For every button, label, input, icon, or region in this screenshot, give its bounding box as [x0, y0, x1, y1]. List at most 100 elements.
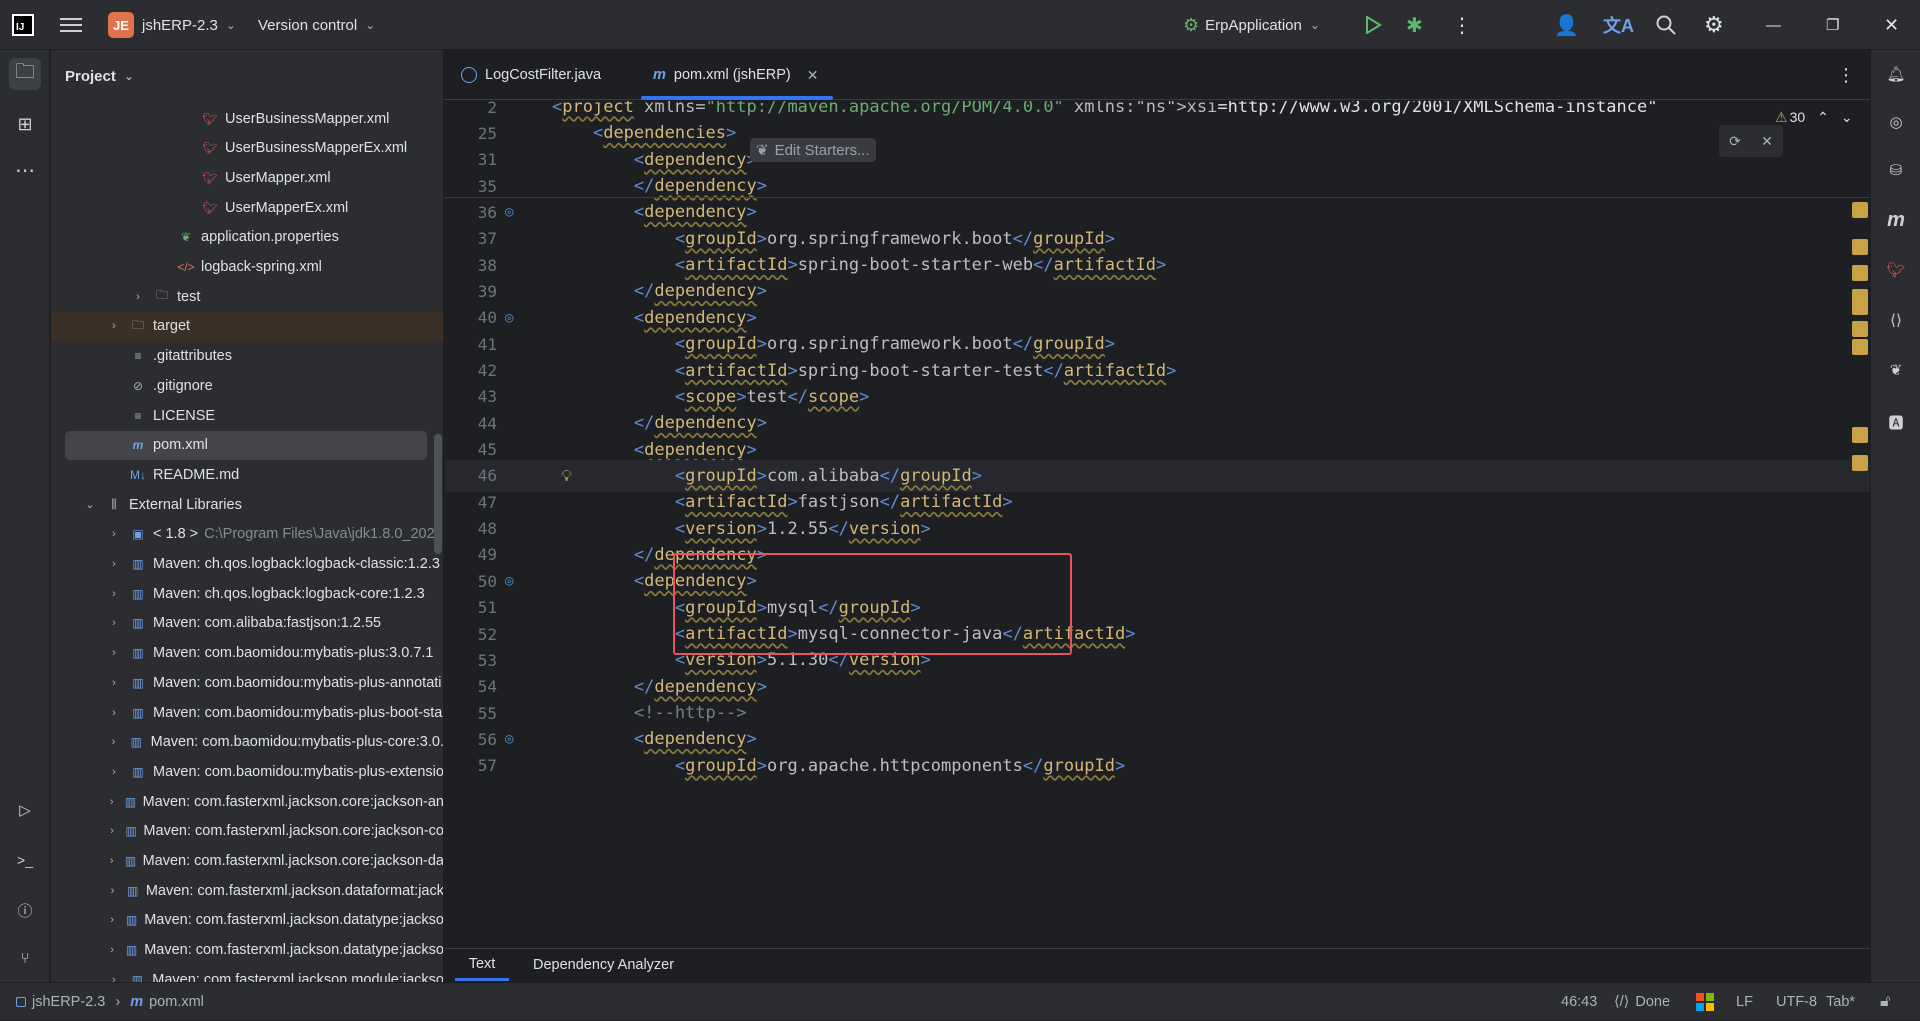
expand-arrow-icon[interactable]: ›: [107, 736, 120, 748]
project-switcher[interactable]: JE jshERP-2.3 ⌄: [108, 0, 236, 50]
tree-item[interactable]: › ▥ Maven: com.baomidou:mybatis-plus:3.0.7…: [51, 639, 443, 668]
settings-button[interactable]: ⚙: [1704, 0, 1724, 50]
tab-text[interactable]: Text: [455, 949, 509, 981]
file-encoding[interactable]: UTF-8: [1776, 983, 1817, 1021]
chevron-down-icon[interactable]: ⌄: [1841, 109, 1853, 126]
translate-panel-button[interactable]: 🅰︎: [1880, 406, 1912, 438]
tab-pom-xml[interactable]: m pom.xml (jshERP) ✕: [653, 50, 818, 100]
maven-dependency-gutter-icon[interactable]: ◎: [505, 310, 513, 326]
tree-item[interactable]: › 🗀 target: [51, 311, 443, 341]
tree-item[interactable]: › ▥ Maven: com.fasterxml.jackson.datatype:…: [51, 906, 443, 935]
notifications-button[interactable]: 🔔︎: [1880, 58, 1912, 90]
close-icon[interactable]: ✕: [1761, 133, 1773, 150]
warning-stripe-mark[interactable]: [1852, 339, 1868, 355]
expand-arrow-icon[interactable]: ›: [107, 677, 121, 689]
tab-dependency-analyzer[interactable]: Dependency Analyzer: [533, 949, 674, 981]
warning-stripe-mark[interactable]: [1852, 202, 1868, 218]
tree-item[interactable]: › ▣ < 1.8 > C:\Program Files\Java\jdk1.8.0_…: [51, 520, 443, 549]
expand-arrow-icon[interactable]: ›: [107, 588, 121, 600]
problems-tool-button[interactable]: ⓘ: [9, 894, 41, 926]
endpoints-button[interactable]: ⟨⟩: [1880, 304, 1912, 336]
code-line[interactable]: 57 <groupId>org.apache.httpcomponents</g…: [445, 750, 1870, 782]
inspection-widget[interactable]: ⚠ 30 ⌃ ⌄: [1775, 101, 1853, 133]
tree-item[interactable]: › ▥ Maven: com.fasterxml.jackson.datatype:…: [51, 936, 443, 965]
maximize-button[interactable]: ❐: [1826, 0, 1839, 50]
expand-arrow-icon[interactable]: ›: [107, 320, 121, 332]
status-done[interactable]: ⟨/⟩ Done: [1614, 983, 1670, 1021]
maven-reload-icon[interactable]: ⟳: [1729, 133, 1741, 150]
tree-item[interactable]: › ▥ Maven: com.fasterxml.jackson.core:jack…: [51, 817, 443, 846]
search-button[interactable]: [1656, 0, 1676, 50]
tree-item[interactable]: ≡ .gitattributes: [51, 342, 443, 371]
close-tab-icon[interactable]: ✕: [807, 67, 819, 84]
tree-item[interactable]: 🐦︎ UserMapper.xml: [51, 163, 443, 192]
run-config-selector[interactable]: ⚙ ErpApplication ⌄: [1183, 0, 1320, 50]
warning-stripe-mark[interactable]: [1852, 321, 1868, 337]
expand-arrow-icon[interactable]: ›: [107, 974, 121, 982]
tree-item[interactable]: › ▥ Maven: com.fasterxml.jackson.dataforma…: [51, 876, 443, 905]
edit-starters-hint[interactable]: ❦ Edit Starters...: [750, 138, 876, 162]
tree-item[interactable]: › ▥ Maven: com.baomidou:mybatis-plus-core:…: [51, 728, 443, 757]
tree-scrollbar[interactable]: [434, 434, 442, 554]
warning-stripe-mark[interactable]: [1852, 299, 1868, 315]
services-tool-button[interactable]: ▷: [9, 794, 41, 826]
warning-stripe-mark[interactable]: [1852, 455, 1868, 471]
minimize-button[interactable]: —: [1766, 0, 1781, 50]
code-editor[interactable]: 2 <project xmlns="http://maven.apache.org…: [445, 101, 1870, 948]
windows-logo-icon[interactable]: [1696, 983, 1714, 1021]
tree-item[interactable]: › ▥ Maven: com.baomidou:mybatis-plus-annot…: [51, 668, 443, 697]
expand-arrow-icon[interactable]: ›: [107, 796, 116, 808]
maven-dependency-gutter-icon[interactable]: ◎: [505, 573, 513, 589]
tree-item[interactable]: › ▥ Maven: ch.qos.logback:logback-core:1.2…: [51, 579, 443, 608]
tree-item[interactable]: › ▥ Maven: com.fasterxml.jackson.core:jack…: [51, 787, 443, 816]
tree-item[interactable]: ≡ LICENSE: [51, 401, 443, 430]
expand-arrow-icon[interactable]: ›: [107, 647, 121, 659]
close-window-button[interactable]: ✕: [1884, 0, 1899, 50]
intellij-logo-icon[interactable]: IJ: [12, 0, 34, 50]
structure-tool-button[interactable]: ⊞: [9, 108, 41, 140]
expand-arrow-icon[interactable]: ›: [107, 914, 117, 926]
maven-dependency-gutter-icon[interactable]: ◎: [505, 204, 513, 220]
tree-item[interactable]: › ▥ Maven: com.fasterxml.jackson.module:ja…: [51, 965, 443, 982]
chevron-up-icon[interactable]: ⌃: [1817, 109, 1829, 126]
tree-item[interactable]: 🐦︎ UserBusinessMapper.xml: [51, 104, 443, 133]
warning-stripe-mark[interactable]: [1852, 239, 1868, 255]
more-tools-button[interactable]: ⋯: [9, 154, 41, 186]
expand-arrow-icon[interactable]: ›: [107, 825, 117, 837]
debug-button[interactable]: ✱: [1406, 0, 1423, 50]
warning-stripe-mark[interactable]: [1852, 427, 1868, 443]
add-user-button[interactable]: 👤: [1554, 0, 1579, 50]
warning-stripe-mark[interactable]: [1852, 265, 1868, 281]
tree-item[interactable]: m pom.xml: [65, 430, 427, 460]
tab-logcostfilter[interactable]: LogCostFilter.java: [461, 50, 601, 100]
expand-arrow-icon[interactable]: ›: [107, 707, 121, 719]
translate-button[interactable]: 文A: [1603, 0, 1634, 50]
more-actions-button[interactable]: ⋮: [1452, 0, 1472, 50]
tree-item[interactable]: › ▥ Maven: com.fasterxml.jackson.core:jack…: [51, 847, 443, 876]
project-tool-button[interactable]: 🗀: [9, 58, 41, 90]
run-button[interactable]: [1364, 0, 1382, 50]
breadcrumb-project[interactable]: jshERP-2.3: [32, 994, 105, 1010]
expand-arrow-icon[interactable]: ›: [107, 855, 116, 867]
line-separator[interactable]: LF: [1736, 983, 1753, 1021]
expand-arrow-icon[interactable]: ›: [131, 291, 145, 303]
tree-item[interactable]: ⌄ ⫼ External Libraries: [51, 490, 443, 519]
expand-arrow-icon[interactable]: ›: [107, 944, 117, 956]
expand-arrow-icon[interactable]: ›: [107, 766, 121, 778]
terminal-tool-button[interactable]: >_: [9, 844, 41, 876]
tree-item[interactable]: › ▥ Maven: com.baomidou:mybatis-plus-boot-…: [51, 698, 443, 727]
expand-arrow-icon[interactable]: ›: [107, 617, 121, 629]
tree-item[interactable]: M↓ README.md: [51, 460, 443, 489]
lock-icon[interactable]: 🔓︎: [1880, 983, 1890, 1021]
expand-arrow-icon[interactable]: ›: [107, 558, 121, 570]
mybatis-button[interactable]: 🐦︎: [1880, 254, 1912, 286]
breadcrumb-file[interactable]: pom.xml: [149, 994, 204, 1010]
spring-button[interactable]: ❦: [1880, 354, 1912, 386]
tree-item[interactable]: 🐦︎ UserMapperEx.xml: [51, 193, 443, 222]
tree-item[interactable]: › ▥ Maven: com.baomidou:mybatis-plus-exten…: [51, 757, 443, 786]
project-panel-header[interactable]: Project ⌄: [65, 50, 134, 102]
tree-item[interactable]: › ▥ Maven: ch.qos.logback:logback-classic:…: [51, 550, 443, 579]
vcs-widget[interactable]: Version control ⌄: [258, 0, 375, 50]
tree-item[interactable]: ⊘ .gitignore: [51, 371, 443, 400]
caret-position[interactable]: 46:43: [1561, 983, 1597, 1021]
